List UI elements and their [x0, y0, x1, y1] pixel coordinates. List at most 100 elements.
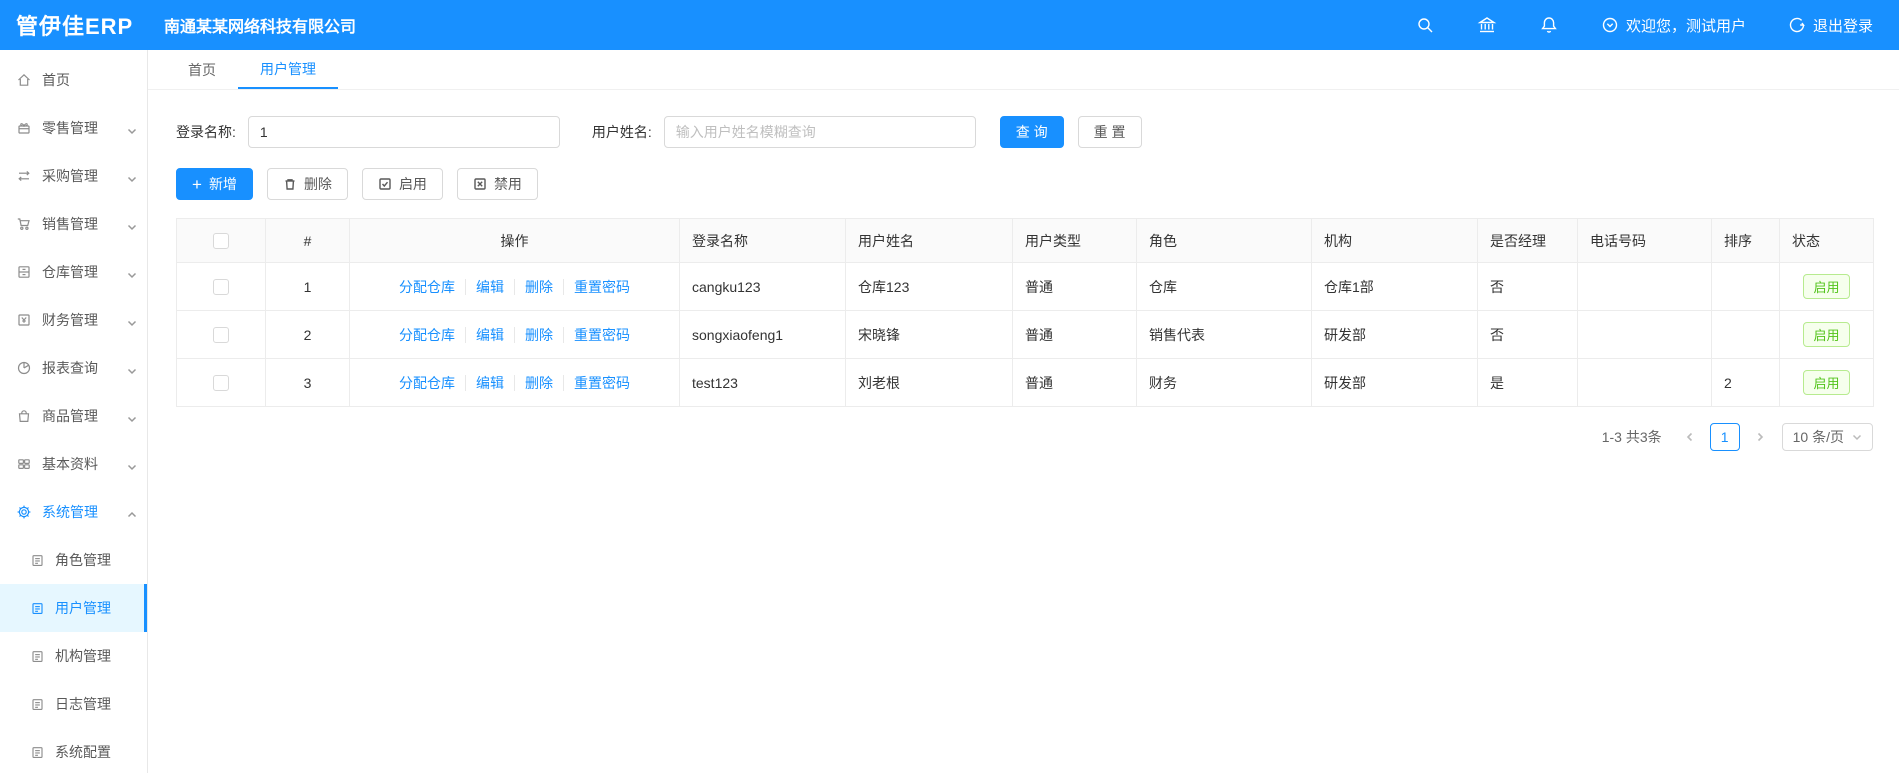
sidebar-item-label: 用户管理	[55, 600, 111, 616]
row-checkbox[interactable]	[213, 327, 229, 344]
search-button[interactable]: 查 询	[999, 116, 1064, 148]
sidebar-item-sales[interactable]: 销售管理	[0, 200, 147, 248]
sidebar-item-label: 报表查询	[42, 360, 98, 376]
assign-warehouse-link[interactable]: 分配仓库	[399, 375, 455, 391]
logout-icon	[1789, 17, 1805, 33]
cell-is-manager: 否	[1477, 310, 1578, 359]
bank-icon[interactable]	[1477, 15, 1497, 35]
add-button[interactable]: + 新增	[176, 168, 253, 200]
sidebar-item-org-mgmt[interactable]: 机构管理	[0, 632, 147, 680]
cell-user-type: 普通	[1012, 262, 1137, 311]
cell-role: 仓库	[1136, 262, 1312, 311]
doc-icon	[32, 698, 43, 710]
grid-icon	[18, 459, 30, 470]
edit-link[interactable]: 编辑	[465, 278, 504, 295]
reset-password-link[interactable]: 重置密码	[563, 278, 630, 295]
edit-link[interactable]: 编辑	[465, 374, 504, 391]
tab-bar: 首页 用户管理	[148, 50, 1899, 90]
col-user-name: 用户姓名	[845, 218, 1013, 263]
edit-link[interactable]: 编辑	[465, 326, 504, 343]
row-checkbox[interactable]	[213, 279, 229, 296]
login-name-input[interactable]	[247, 116, 560, 148]
sidebar-item-system[interactable]: 系统管理	[0, 488, 147, 536]
sidebar-item-log-mgmt[interactable]: 日志管理	[0, 680, 147, 728]
plus-icon: +	[192, 174, 202, 194]
sidebar-item-label: 日志管理	[55, 696, 111, 712]
goods-icon	[18, 410, 30, 422]
delete-button-label: 删除	[303, 176, 332, 192]
row-index: 3	[265, 358, 350, 407]
enable-button[interactable]: 启用	[361, 168, 443, 200]
sidebar-item-purchase[interactable]: 采购管理	[0, 152, 147, 200]
status-badge: 启用	[1803, 274, 1850, 299]
chevron-down-icon	[127, 459, 137, 471]
logout-button[interactable]: 退出登录	[1788, 15, 1873, 36]
col-status: 状态	[1779, 218, 1874, 263]
cell-login-name: songxiaofeng1	[679, 310, 846, 359]
trash-icon	[285, 179, 295, 190]
tab-home[interactable]: 首页	[166, 50, 238, 89]
cell-user-name: 仓库123	[845, 262, 1013, 311]
sidebar-item-label: 商品管理	[42, 408, 98, 424]
delete-button[interactable]: 删除	[266, 168, 348, 200]
pagination-total: 1-3 共3条	[1601, 429, 1662, 445]
sidebar-item-warehouse[interactable]: 仓库管理	[0, 248, 147, 296]
sidebar-item-retail[interactable]: 零售管理	[0, 104, 147, 152]
sidebar-item-label: 机构管理	[55, 648, 111, 664]
select-all-checkbox[interactable]	[213, 233, 229, 250]
sidebar-item-role-mgmt[interactable]: 角色管理	[0, 536, 147, 584]
reset-button[interactable]: 重 置	[1077, 116, 1142, 148]
sidebar-item-label: 首页	[42, 72, 70, 88]
sidebar-item-goods[interactable]: 商品管理	[0, 392, 147, 440]
table-row: 2 分配仓库 编辑 删除 重置密码 songxiaofeng1 宋晓锋 普通 销售代表…	[176, 310, 1874, 359]
cell-user-type: 普通	[1012, 358, 1137, 407]
next-page-button[interactable]	[1746, 423, 1774, 451]
search-icon[interactable]	[1415, 15, 1435, 35]
sidebar-item-label: 财务管理	[42, 312, 98, 328]
cell-is-manager: 否	[1477, 262, 1578, 311]
sidebar-item-label: 角色管理	[55, 552, 111, 568]
assign-warehouse-link[interactable]: 分配仓库	[399, 327, 455, 343]
status-badge: 启用	[1803, 322, 1850, 347]
col-is-manager: 是否经理	[1477, 218, 1578, 263]
col-sort: 排序	[1711, 218, 1780, 263]
row-index: 1	[265, 262, 350, 311]
tab-user-mgmt[interactable]: 用户管理	[238, 50, 338, 89]
user-name-input[interactable]	[663, 116, 976, 148]
col-phone: 电话号码	[1577, 218, 1712, 263]
check-square-icon	[379, 178, 391, 190]
warehouse-icon	[18, 266, 30, 278]
user-table: # 操作 登录名称 用户姓名 用户类型 角色 机构 是否经理 电话号码 排序 状	[176, 218, 1874, 407]
cell-user-type: 普通	[1012, 310, 1137, 359]
assign-warehouse-link[interactable]: 分配仓库	[399, 279, 455, 295]
doc-icon	[32, 554, 43, 566]
table-row: 3 分配仓库 编辑 删除 重置密码 test123 刘老根 普通 财务 研发部 是	[176, 358, 1874, 407]
chevron-down-icon	[127, 267, 137, 279]
sidebar-item-label: 基本资料	[42, 456, 98, 472]
reset-password-link[interactable]: 重置密码	[563, 326, 630, 343]
delete-link[interactable]: 删除	[514, 374, 553, 391]
home-icon	[18, 73, 30, 86]
sidebar-item-reports[interactable]: 报表查询	[0, 344, 147, 392]
sidebar-item-system-config[interactable]: 系统配置	[0, 728, 147, 773]
cart-icon	[17, 218, 30, 230]
row-checkbox[interactable]	[213, 375, 229, 392]
disable-button[interactable]: 禁用	[456, 168, 538, 200]
sidebar-item-finance[interactable]: 财务管理	[0, 296, 147, 344]
page-number[interactable]: 1	[1709, 423, 1740, 451]
delete-link[interactable]: 删除	[514, 326, 553, 343]
sidebar-item-user-mgmt[interactable]: 用户管理	[0, 584, 147, 632]
prev-page-button[interactable]	[1676, 423, 1704, 451]
user-menu[interactable]: 欢迎您，测试用户	[1601, 15, 1746, 36]
disable-button-label: 禁用	[493, 176, 522, 192]
bell-icon[interactable]	[1539, 15, 1559, 35]
sidebar-item-label: 采购管理	[42, 168, 98, 184]
sidebar-item-home[interactable]: 首页	[0, 56, 147, 104]
page-size-select[interactable]: 10 条/页	[1781, 423, 1873, 451]
content: 登录名称: 用户姓名: 查 询 重 置 + 新增 删除	[148, 90, 1899, 773]
sidebar-item-basedata[interactable]: 基本资料	[0, 440, 147, 488]
delete-link[interactable]: 删除	[514, 278, 553, 295]
add-button-label: 新增	[208, 176, 237, 192]
reset-password-link[interactable]: 重置密码	[563, 374, 630, 391]
login-name-label: 登录名称:	[176, 124, 236, 140]
